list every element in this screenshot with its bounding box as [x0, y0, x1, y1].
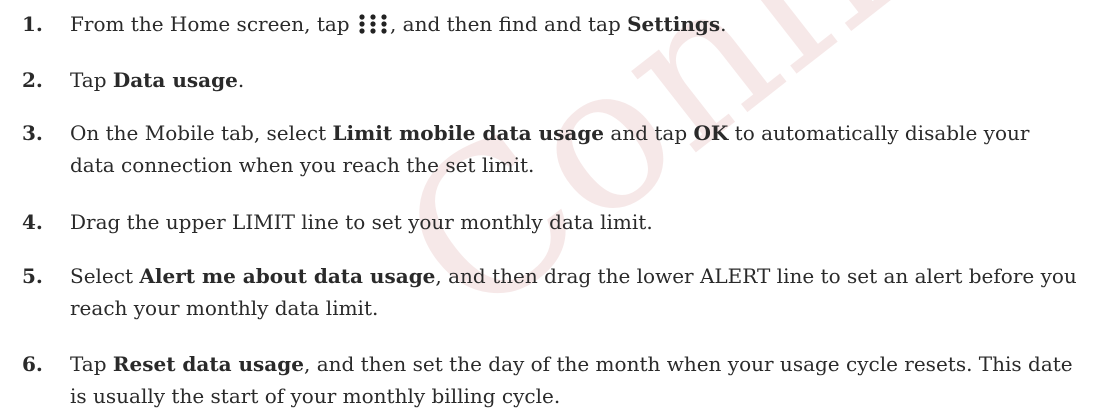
data-usage-label: Data usage [112, 68, 238, 92]
step-number: 1. [22, 12, 43, 36]
step-text: Tap Reset data usage, and then set the d… [70, 352, 1073, 408]
step-text: Drag the upper LIMIT line to set your mo… [70, 210, 653, 234]
alert-me-label: Alert me about data usage [139, 264, 436, 288]
step-text: On the Mobile tab, select Limit mobile d… [70, 121, 1030, 177]
step-number: 2. [22, 68, 43, 92]
limit-mobile-data-label: Limit mobile data usage [332, 121, 605, 145]
apps-grid-icon [358, 12, 388, 44]
manual-page: Confidential 1. From the Home screen, ta… [0, 0, 1110, 416]
step-text: Tap Data usage. [70, 68, 245, 92]
settings-label: Settings [627, 12, 721, 36]
step-text: Select Alert me about data usage, and th… [70, 264, 1077, 320]
ok-label: OK [693, 121, 729, 145]
step-number: 4. [22, 210, 43, 234]
step-number: 5. [22, 264, 43, 288]
step-number: 3. [22, 121, 43, 145]
step-text: From the Home screen, tap , and then fin… [70, 8, 1080, 44]
reset-data-usage-label: Reset data usage [112, 352, 304, 376]
step-number: 6. [22, 352, 43, 376]
